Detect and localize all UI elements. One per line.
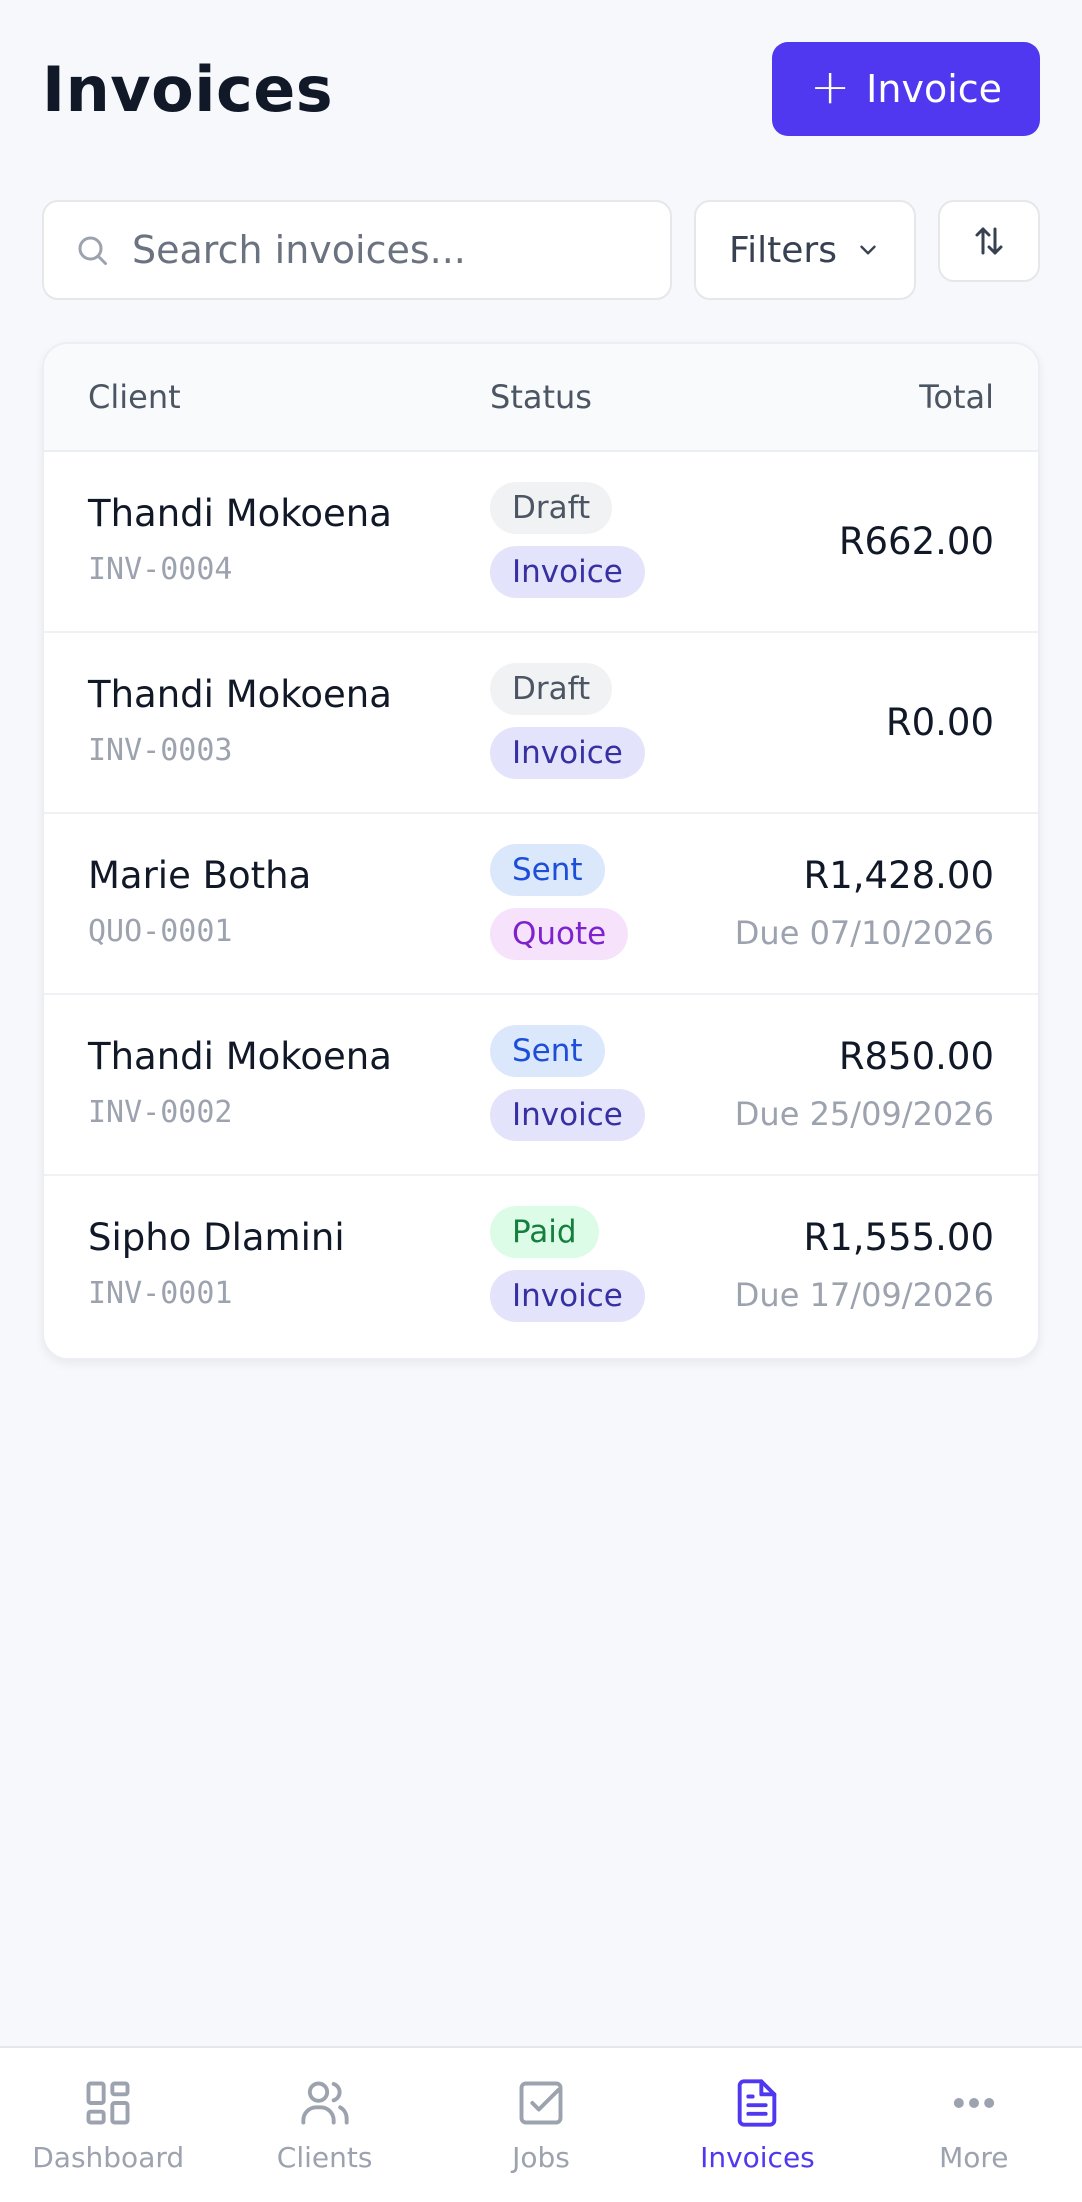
column-header-client[interactable]: Client bbox=[88, 378, 181, 416]
type-badge: Invoice bbox=[490, 546, 645, 598]
toolbar: Filters bbox=[42, 200, 1040, 300]
nav-item-jobs[interactable]: Jobs bbox=[433, 2048, 649, 2202]
row-badges: Paid Invoice bbox=[490, 1206, 645, 1322]
new-invoice-button[interactable]: + Invoice bbox=[772, 42, 1040, 136]
nav-label: Clients bbox=[276, 2140, 373, 2174]
row-total: R1,428.00 bbox=[803, 854, 994, 897]
nav-item-invoices[interactable]: Invoices bbox=[649, 2048, 865, 2202]
search-box[interactable] bbox=[42, 200, 672, 300]
row-total: R850.00 bbox=[838, 1035, 994, 1078]
row-due-date: Due 07/10/2026 bbox=[734, 914, 994, 952]
checkbox-icon bbox=[519, 2081, 563, 2124]
row-client-name: Thandi Mokoena bbox=[88, 492, 392, 535]
column-header-status[interactable]: Status bbox=[490, 378, 592, 416]
status-badge: Draft bbox=[490, 663, 613, 715]
sort-button[interactable] bbox=[938, 200, 1040, 282]
page-title: Invoices bbox=[42, 52, 334, 126]
row-invoice-number: INV-0004 bbox=[88, 552, 233, 587]
table-row[interactable]: Thandi Mokoena INV-0002 Sent Invoice R85… bbox=[44, 995, 1038, 1176]
status-badge: Paid bbox=[490, 1206, 599, 1258]
table-header: Client Status Total bbox=[44, 344, 1038, 452]
nav-label: Jobs bbox=[512, 2140, 570, 2174]
dashboard-icon bbox=[86, 2081, 130, 2124]
row-invoice-number: INV-0002 bbox=[88, 1095, 233, 1130]
table-row[interactable]: Marie Botha QUO-0001 Sent Quote R1,428.0… bbox=[44, 814, 1038, 995]
nav-label: Dashboard bbox=[32, 2140, 185, 2174]
row-client-name: Marie Botha bbox=[88, 854, 312, 897]
row-invoice-number: QUO-0001 bbox=[88, 914, 233, 949]
row-total: R0.00 bbox=[885, 701, 994, 744]
row-total: R662.00 bbox=[838, 520, 994, 563]
page-header: Invoices + Invoice bbox=[42, 42, 1040, 136]
row-client-name: Thandi Mokoena bbox=[88, 673, 392, 716]
row-invoice-number: INV-0003 bbox=[88, 733, 233, 768]
row-badges: Sent Invoice bbox=[490, 1025, 645, 1141]
table-row[interactable]: Sipho Dlamini INV-0001 Paid Invoice R1,5… bbox=[44, 1176, 1038, 1357]
sort-icon bbox=[975, 227, 1003, 255]
row-invoice-number: INV-0001 bbox=[88, 1276, 233, 1311]
type-badge: Invoice bbox=[490, 1270, 645, 1322]
table-body: Thandi Mokoena INV-0004 Draft Invoice R6… bbox=[44, 452, 1038, 1357]
filters-button[interactable]: Filters bbox=[694, 200, 916, 300]
nav-item-dashboard[interactable]: Dashboard bbox=[0, 2048, 216, 2202]
row-client-name: Thandi Mokoena bbox=[88, 1035, 392, 1078]
bottom-nav: Dashboard Clients Jobs Invoices More bbox=[0, 2046, 1082, 2202]
more-icon bbox=[953, 2097, 994, 2108]
status-badge: Sent bbox=[490, 1025, 605, 1077]
row-badges: Draft Invoice bbox=[490, 482, 645, 598]
type-badge: Invoice bbox=[490, 1089, 645, 1141]
row-due-date: Due 25/09/2026 bbox=[734, 1095, 994, 1133]
status-badge: Draft bbox=[490, 482, 613, 534]
search-icon bbox=[78, 236, 107, 265]
row-badges: Sent Quote bbox=[490, 844, 629, 960]
search-input[interactable] bbox=[132, 228, 592, 272]
new-invoice-label: Invoice bbox=[866, 67, 1003, 111]
table-row[interactable]: Thandi Mokoena INV-0004 Draft Invoice R6… bbox=[44, 452, 1038, 633]
nav-item-more[interactable]: More bbox=[866, 2048, 1082, 2202]
nav-label: More bbox=[939, 2140, 1009, 2174]
row-badges: Draft Invoice bbox=[490, 663, 645, 779]
users-icon bbox=[300, 2081, 349, 2124]
status-badge: Sent bbox=[490, 844, 605, 896]
chevron-down-icon bbox=[860, 245, 876, 255]
type-badge: Quote bbox=[490, 908, 629, 960]
table-row[interactable]: Thandi Mokoena INV-0003 Draft Invoice R0… bbox=[44, 633, 1038, 814]
document-icon bbox=[738, 2078, 777, 2127]
invoices-table: Client Status Total Thandi Mokoena INV-0… bbox=[42, 342, 1040, 1360]
nav-item-clients[interactable]: Clients bbox=[216, 2048, 432, 2202]
type-badge: Invoice bbox=[490, 727, 645, 779]
row-due-date: Due 17/09/2026 bbox=[734, 1276, 994, 1314]
column-header-total[interactable]: Total bbox=[919, 378, 994, 416]
row-total: R1,555.00 bbox=[803, 1216, 994, 1259]
nav-label: Invoices bbox=[700, 2140, 815, 2174]
plus-icon: + bbox=[809, 59, 851, 115]
row-client-name: Sipho Dlamini bbox=[88, 1216, 345, 1259]
filters-label: Filters bbox=[729, 229, 837, 271]
